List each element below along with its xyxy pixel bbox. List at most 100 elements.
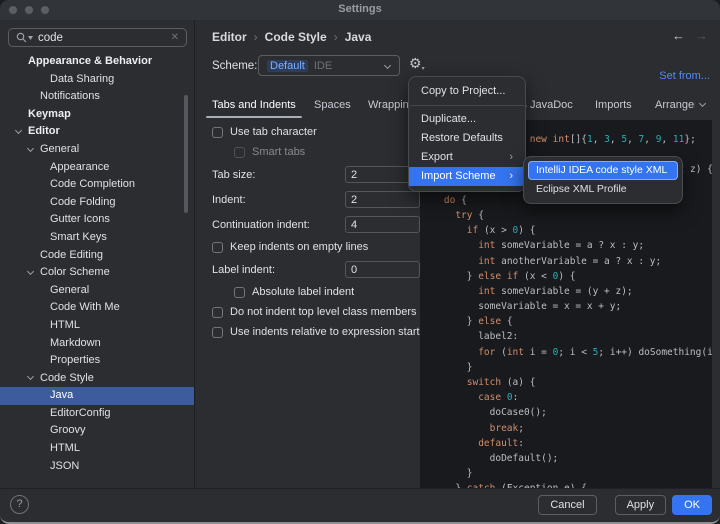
code-style-tabs: Tabs and IndentsSpacesWrapping and Brace… [0,95,695,119]
footer: ? Cancel ApplyOK [0,488,720,520]
menu-item-label: Import Scheme [421,167,496,186]
clear-search-icon[interactable]: ✕ [171,33,179,43]
menu-item-import-scheme[interactable]: Import Scheme › [409,167,525,186]
set-from-link[interactable]: Set from... [659,70,710,82]
field-label: Indent: [212,194,246,206]
sidebar-item-smart-keys[interactable]: Smart Keys [0,229,194,247]
breadcrumb-item-editor[interactable]: Editor [212,30,247,44]
sidebar-item-data-sharing[interactable]: Data Sharing [0,71,194,89]
sidebar-item-code-editing[interactable]: Code Editing [0,247,194,265]
history-nav: ← → [672,28,708,43]
settings-search-field[interactable]: ✕ [8,28,187,47]
input-label-indent[interactable] [345,261,420,278]
checkbox-row-use-indents-relative-to-expression-start[interactable]: Use indents relative to expression start [212,322,420,342]
breadcrumb-item-java[interactable]: Java [345,30,372,44]
checkbox-label: Absolute label indent [252,286,354,298]
sidebar-item-gutter-icons[interactable]: Gutter Icons [0,211,194,229]
checkbox-row-keep-indents-on-empty-lines[interactable]: Keep indents on empty lines [212,237,420,257]
sidebar-item-json[interactable]: JSON [0,458,194,476]
sidebar-item-label: Markdown [50,337,101,349]
checkbox-do-not-indent-top-level-class-members[interactable] [212,307,223,318]
tab-javadoc[interactable]: JavaDoc [530,95,573,119]
checkbox-smart-tabs[interactable] [234,147,245,158]
checkbox-row-absolute-label-indent[interactable]: Absolute label indent [212,282,420,302]
field-label: Continuation indent: [212,219,310,231]
back-arrow-icon[interactable]: ← [672,28,685,43]
checkbox-use-indents-relative-to-expression-start[interactable] [212,327,223,338]
sidebar-item-label: Editor [28,125,60,137]
sidebar-item-code-completion[interactable]: Code Completion [0,176,194,194]
sidebar-item-label: Appearance [50,161,109,173]
menu-item-copy-to-project[interactable]: Copy to Project... [409,82,525,101]
cancel-button[interactable]: Cancel [538,495,596,515]
input-indent[interactable] [345,191,420,208]
help-button[interactable]: ? [10,495,29,514]
sidebar-item-label: Code With Me [50,301,120,313]
window-title: Settings [0,3,720,15]
sidebar-item-html[interactable]: HTML [0,440,194,458]
sidebar-item-general[interactable]: General [0,282,194,300]
checkbox-row-do-not-indent-top-level-class-members[interactable]: Do not indent top level class members [212,302,420,322]
submenu-arrow-icon: › [509,167,513,186]
tab-overflow-chevron-icon[interactable] [699,100,706,107]
sidebar-item-editor[interactable]: Editor [0,123,194,141]
sidebar-item-html[interactable]: HTML [0,317,194,335]
sidebar-item-groovy[interactable]: Groovy [0,422,194,440]
code-line: int someVariable = a ? x : y; [420,238,712,253]
menu-item-restore-defaults[interactable]: Restore Defaults [409,129,525,148]
sidebar-item-label: Groovy [50,424,85,436]
sidebar-item-markdown[interactable]: Markdown [0,335,194,353]
sidebar-item-code-folding[interactable]: Code Folding [0,194,194,212]
sidebar-item-label: Code Folding [50,196,115,208]
menu-item-export[interactable]: Export› [409,148,525,167]
sidebar-item-code-with-me[interactable]: Code With Me [0,299,194,317]
apply-button[interactable]: Apply [615,495,667,515]
sidebar-item-appearance[interactable]: Appearance [0,159,194,177]
tab-tabs-and-indents[interactable]: Tabs and Indents [212,95,296,119]
breadcrumb-item-code-style[interactable]: Code Style [265,30,327,44]
code-line: break; [420,421,712,436]
input-continuation-indent[interactable] [345,216,420,233]
submenu-item-intellij-idea-code-style-xml[interactable]: IntelliJ IDEA code style XML [528,161,678,180]
tab-imports[interactable]: Imports [595,95,632,119]
tabs-and-indents-form: Use tab characterSmart tabsTab size:Inde… [212,122,420,342]
checkbox-absolute-label-indent[interactable] [234,287,245,298]
sidebar-item-appearance-behavior[interactable]: Appearance & Behavior [0,53,194,71]
sidebar-item-label: Data Sharing [50,73,114,85]
sidebar-item-properties[interactable]: Properties [0,352,194,370]
field-row-label-indent: Label indent: [212,257,420,282]
import-scheme-submenu: IntelliJ IDEA code style XMLEclipse XML … [523,156,683,204]
sidebar-item-label: Code Completion [50,178,135,190]
submenu-item-eclipse-xml-profile[interactable]: Eclipse XML Profile [528,180,678,199]
search-icon[interactable] [16,32,33,43]
sidebar-item-label: Gutter Icons [50,213,110,225]
sidebar-item-color-scheme[interactable]: Color Scheme [0,264,194,282]
checkbox-keep-indents-on-empty-lines[interactable] [212,242,223,253]
breadcrumb-separator: › [334,30,338,44]
checkbox-row-use-tab-character[interactable]: Use tab character [212,122,420,142]
code-line: } [420,360,712,375]
forward-arrow-icon[interactable]: → [695,28,708,43]
scheme-dropdown[interactable]: Default IDE [258,55,400,76]
menu-item-duplicate[interactable]: Duplicate... [409,110,525,129]
scheme-value: Default [267,60,308,72]
search-input[interactable] [38,32,166,44]
sidebar-item-code-style[interactable]: Code Style [0,370,194,388]
ok-button[interactable]: OK [672,495,712,515]
title-bar: Settings [0,0,720,20]
checkbox-use-tab-character[interactable] [212,127,223,138]
chevron-expanded-icon[interactable] [27,145,34,152]
sidebar-item-general[interactable]: General [0,141,194,159]
checkbox-row-smart-tabs[interactable]: Smart tabs [212,142,420,162]
chevron-expanded-icon[interactable] [15,127,22,134]
sidebar-item-editorconfig[interactable]: EditorConfig [0,405,194,423]
code-line: } else { [420,314,712,329]
tab-spaces[interactable]: Spaces [314,95,351,119]
breadcrumb-separator: › [254,30,258,44]
chevron-expanded-icon[interactable] [27,268,34,275]
scheme-actions-gear-icon[interactable]: ⚙▾ [409,55,425,72]
chevron-expanded-icon[interactable] [27,373,34,380]
tab-arrangement[interactable]: Arrangement [655,95,695,119]
field-label: Label indent: [212,264,275,276]
sidebar-item-java[interactable]: Java [0,387,194,405]
